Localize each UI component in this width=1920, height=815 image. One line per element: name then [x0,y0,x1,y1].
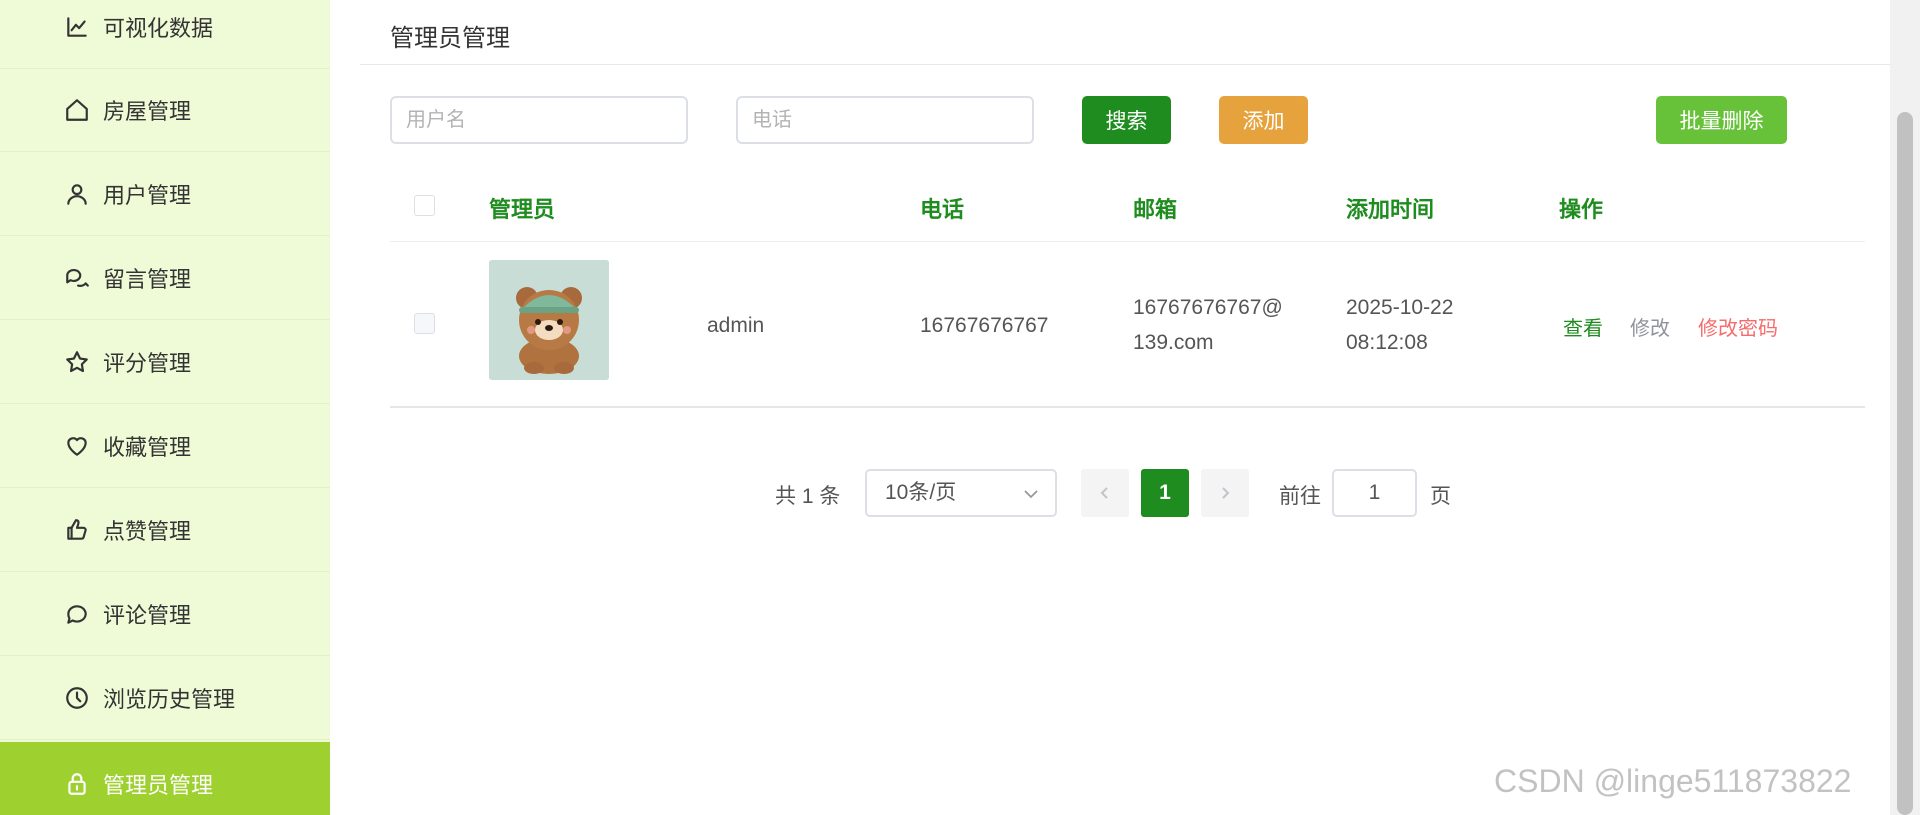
admin-added-date: 2025-10-22 [1346,296,1454,319]
sidebar-item-likes[interactable]: 点赞管理 [0,489,330,572]
edit-link[interactable]: 修改 [1630,312,1670,341]
chevron-left-icon [1100,487,1108,499]
admin-username: admin [707,314,765,337]
user-icon [64,181,90,207]
page-size-value: 10条/页 [885,481,957,504]
sidebar-item-label: 房屋管理 [103,99,192,124]
heart-icon [64,433,90,459]
sidebar: 可视化数据 房屋管理 用户管理 留言管理 评分管理 收藏管理 点赞管理 评论管理… [0,0,330,815]
sidebar-item-label: 管理员管理 [103,772,214,798]
change-password-link[interactable]: 修改密码 [1698,312,1778,341]
clock-icon [64,685,90,711]
pagination-total: 共 1 条 [775,485,841,508]
sidebar-item-label: 留言管理 [103,267,192,292]
page-suffix-label: 页 [1430,485,1451,508]
header-admin: 管理员 [489,197,556,222]
sidebar-item-house[interactable]: 房屋管理 [0,69,330,152]
add-button[interactable]: 添加 [1219,96,1308,144]
admin-added-time: 2025-10-22 08:12:08 [1346,290,1453,360]
sidebar-item-users[interactable]: 用户管理 [0,153,330,236]
page-size-select[interactable]: 10条/页 [865,469,1057,517]
search-button[interactable]: 搜索 [1082,96,1171,144]
chat-bubbles-icon [64,265,90,291]
admin-added-clock: 08:12:08 [1346,331,1428,354]
select-all-checkbox[interactable] [414,195,435,216]
next-page-button[interactable] [1201,469,1249,517]
sidebar-item-label: 可视化数据 [103,16,214,41]
chevron-right-icon [1222,487,1230,499]
admin-email-line1: 16767676767@ [1133,296,1283,319]
goto-page-input[interactable] [1332,469,1417,517]
comment-icon [64,601,90,627]
prev-page-button[interactable] [1081,469,1129,517]
sidebar-item-browse-history[interactable]: 浏览历史管理 [0,657,330,740]
lock-icon [64,771,90,797]
username-search-input[interactable] [390,96,688,144]
header-added-time: 添加时间 [1346,197,1435,222]
goto-label: 前往 [1279,485,1321,508]
page-number-current[interactable]: 1 [1141,469,1189,517]
star-icon [64,349,90,375]
sidebar-item-favorites[interactable]: 收藏管理 [0,405,330,488]
sidebar-item-admin-management[interactable]: 管理员管理 [0,742,330,815]
sidebar-item-label: 浏览历史管理 [103,687,236,712]
sidebar-item-label: 评论管理 [103,603,192,628]
sidebar-item-label: 收藏管理 [103,435,192,460]
header-phone: 电话 [920,197,965,222]
header-email: 邮箱 [1133,197,1178,222]
title-divider [360,64,1895,65]
header-actions: 操作 [1559,197,1604,222]
sidebar-item-visual-data[interactable]: 可视化数据 [0,0,330,69]
chart-line-icon [64,14,90,40]
admin-email: 16767676767@ 139.com [1133,290,1283,360]
sidebar-item-ratings[interactable]: 评分管理 [0,321,330,404]
main-content: 管理员管理 搜索 添加 批量删除 管理员 电话 邮箱 添加时间 操作 [330,0,1895,815]
sidebar-item-messages[interactable]: 留言管理 [0,237,330,320]
admin-phone: 16767676767 [920,314,1049,337]
page-title: 管理员管理 [390,25,510,52]
view-link[interactable]: 查看 [1563,312,1603,341]
sidebar-item-comments[interactable]: 评论管理 [0,573,330,656]
batch-delete-button[interactable]: 批量删除 [1656,96,1787,144]
home-icon [64,97,90,123]
row-checkbox[interactable] [414,313,435,334]
watermark-text: CSDN @linge511873822 [1494,763,1852,799]
chevron-down-icon [1024,490,1038,499]
scrollbar-thumb[interactable] [1897,112,1913,815]
phone-search-input[interactable] [736,96,1034,144]
table-row: admin 16767676767 16767676767@ 139.com 2… [390,242,1865,408]
sidebar-item-label: 点赞管理 [103,519,192,544]
admin-email-line2: 139.com [1133,331,1214,354]
sidebar-item-label: 评分管理 [103,351,192,376]
sidebar-item-label: 用户管理 [103,183,192,208]
bear-avatar-image [489,260,609,380]
table-header: 管理员 电话 邮箱 添加时间 操作 [390,170,1865,242]
thumbs-up-icon [64,517,90,543]
